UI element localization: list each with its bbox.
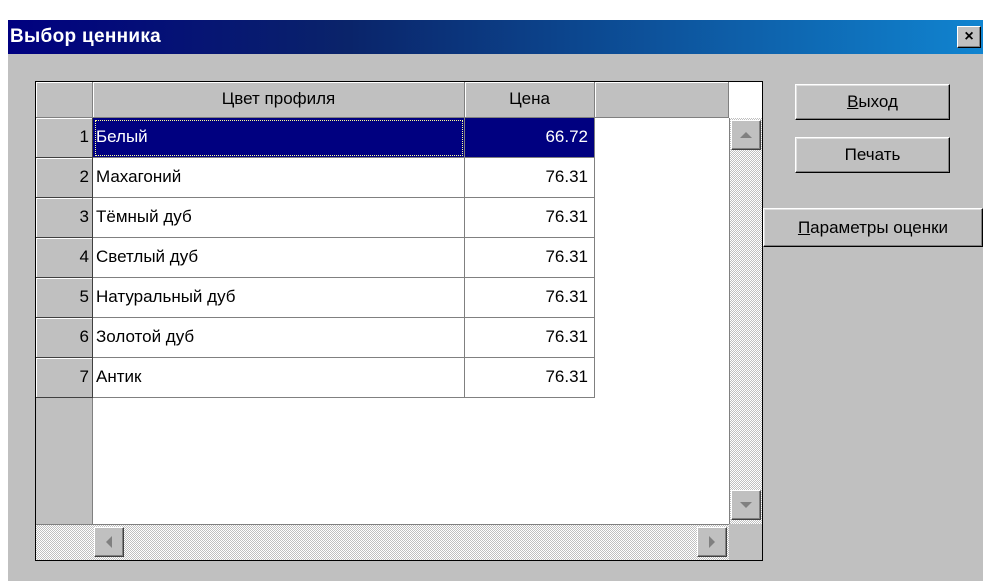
cell-profile-color[interactable]: Махагоний — [93, 158, 465, 198]
exit-button-accel: В — [847, 92, 859, 111]
row-header[interactable]: 5 — [36, 278, 93, 318]
price-tag-grid[interactable]: Цвет профиля Цена 1 Белый 66.72 2 Махагоний 7… — [35, 81, 763, 561]
horizontal-scrollbar[interactable] — [36, 524, 729, 560]
cell-profile-color[interactable]: Тёмный дуб — [93, 198, 465, 238]
grid-corner-header — [36, 82, 93, 118]
row-header[interactable]: 4 — [36, 238, 93, 278]
cell-profile-color[interactable]: Натуральный дуб — [93, 278, 465, 318]
row-header[interactable]: 6 — [36, 318, 93, 358]
vertical-scrollbar[interactable] — [729, 118, 762, 560]
cell-price[interactable]: 76.31 — [465, 198, 595, 238]
cell-price[interactable]: 66.72 — [465, 118, 595, 158]
title-bar[interactable]: Выбор ценника × — [8, 20, 983, 54]
close-icon[interactable]: × — [957, 26, 981, 48]
row-header[interactable]: 7 — [36, 358, 93, 398]
cell-profile-color[interactable]: Антик — [93, 358, 465, 398]
scroll-down-icon[interactable] — [731, 490, 761, 520]
column-header-price[interactable]: Цена — [465, 82, 595, 118]
row-header[interactable]: 3 — [36, 198, 93, 238]
print-button[interactable]: Печать — [795, 137, 950, 173]
cell-profile-color[interactable]: Золотой дуб — [93, 318, 465, 358]
exit-button[interactable]: Выход — [795, 84, 950, 120]
row-header[interactable]: 2 — [36, 158, 93, 198]
exit-button-label: ыход — [858, 92, 898, 111]
scrollbar-corner — [729, 524, 762, 560]
cell-price[interactable]: 76.31 — [465, 358, 595, 398]
evaluation-params-button[interactable]: Параметры оценки — [763, 208, 983, 247]
cell-price[interactable]: 76.31 — [465, 158, 595, 198]
params-button-label: араметры оценки — [810, 218, 949, 237]
cell-price[interactable]: 76.31 — [465, 278, 595, 318]
params-button-accel: П — [797, 218, 811, 237]
scroll-left-icon[interactable] — [94, 527, 124, 557]
scroll-up-icon[interactable] — [731, 120, 761, 150]
cell-price[interactable]: 76.31 — [465, 238, 595, 278]
cell-profile-color[interactable]: Белый — [93, 118, 465, 158]
row-header-filler — [36, 398, 93, 524]
column-header-profile-color[interactable]: Цвет профиля — [93, 82, 465, 118]
row-header[interactable]: 1 — [36, 118, 93, 158]
column-header-empty — [595, 82, 729, 118]
cell-price[interactable]: 76.31 — [465, 318, 595, 358]
dialog-window: Выбор ценника × Цвет профиля Цена 1 Белый… — [8, 20, 983, 581]
scroll-right-icon[interactable] — [697, 527, 727, 557]
window-title: Выбор ценника — [10, 26, 162, 47]
cell-profile-color[interactable]: Светлый дуб — [93, 238, 465, 278]
